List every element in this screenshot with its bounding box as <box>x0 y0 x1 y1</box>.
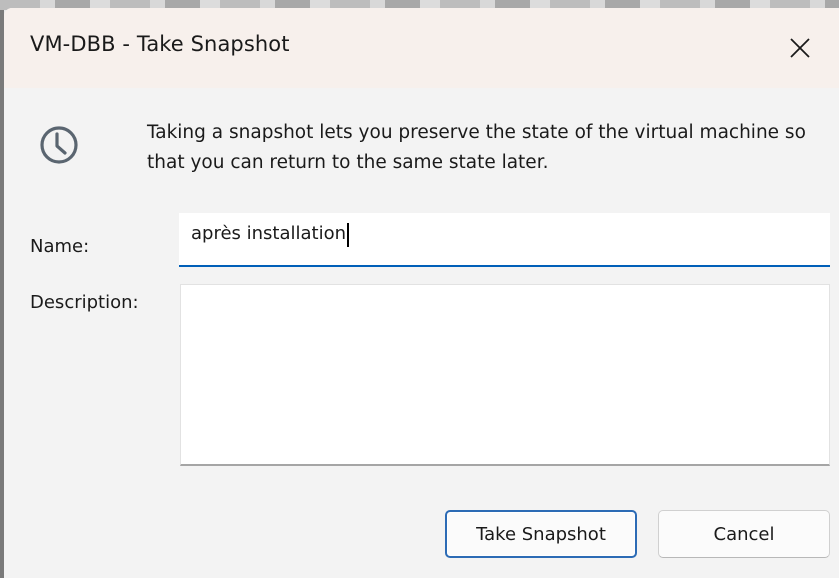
close-button[interactable] <box>782 30 818 66</box>
title-bar[interactable]: VM-DBB - Take Snapshot <box>4 8 839 88</box>
name-input[interactable]: après installation <box>179 213 830 267</box>
info-description: Taking a snapshot lets you preserve the … <box>147 122 806 173</box>
name-input-value: après installation <box>191 223 347 244</box>
take-snapshot-dialog: VM-DBB - Take Snapshot Taking a snapshot… <box>4 8 839 578</box>
description-label: Description: <box>30 292 139 313</box>
dialog-title: VM-DBB - Take Snapshot <box>30 32 290 56</box>
cancel-button[interactable]: Cancel <box>658 510 830 558</box>
description-textarea[interactable] <box>180 284 830 466</box>
clock-icon <box>40 126 78 164</box>
close-icon <box>790 38 810 58</box>
take-snapshot-button[interactable]: Take Snapshot <box>445 510 637 558</box>
name-label: Name: <box>30 236 90 257</box>
text-caret <box>347 223 349 247</box>
